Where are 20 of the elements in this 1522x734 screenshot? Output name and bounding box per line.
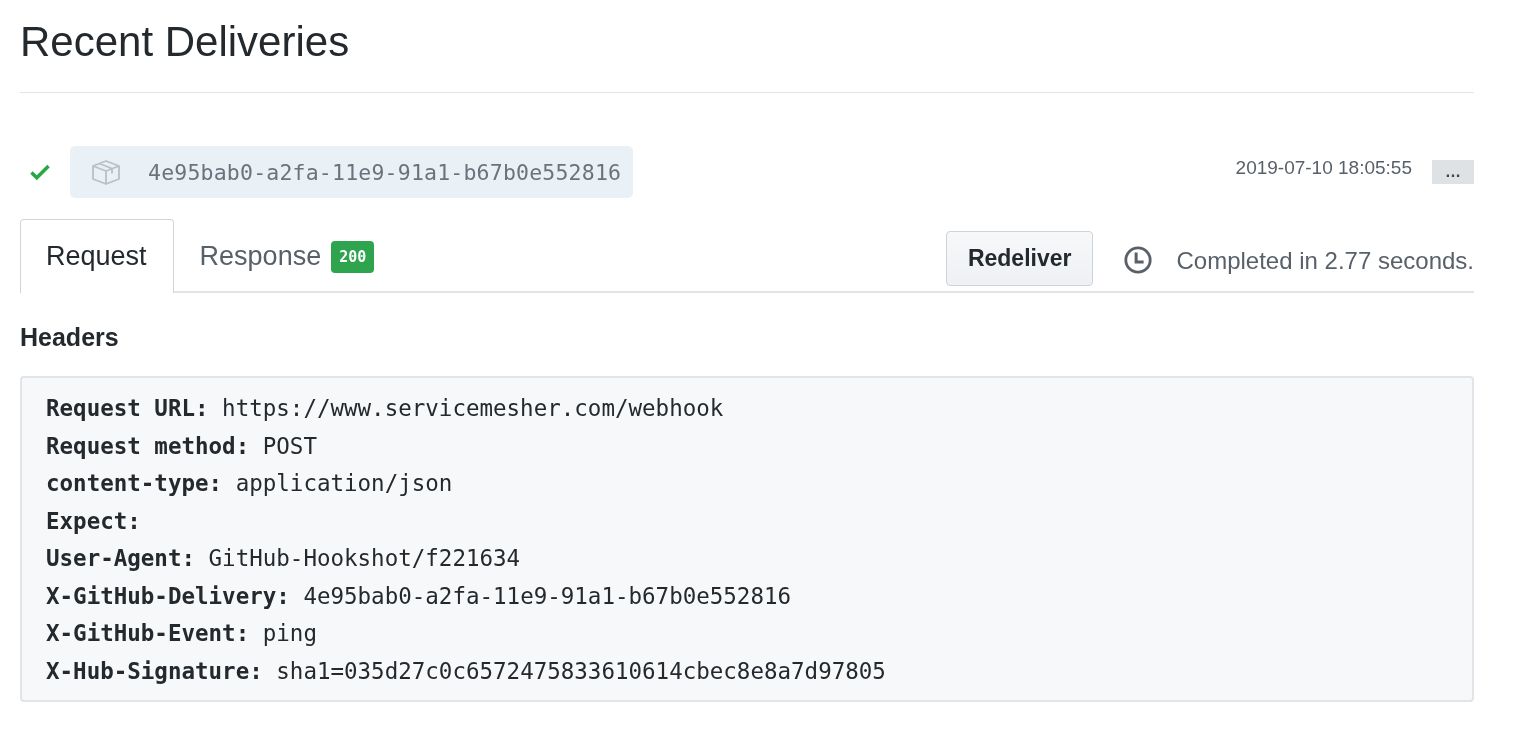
package-icon	[90, 158, 122, 186]
delivery-link[interactable]: 4e95bab0-a2fa-11e9-91a1-b67b0e552816	[70, 146, 634, 198]
header-line: Expect:	[46, 506, 142, 536]
page-title: Recent Deliveries	[20, 17, 351, 67]
tab[interactable]: Request	[20, 219, 174, 293]
header-line: Request method: POST	[46, 431, 318, 461]
redeliver-button[interactable]: Redeliver	[945, 230, 1094, 286]
more-button[interactable]: …	[1432, 160, 1474, 184]
delivery-time: 2019-07-10 18:05:55	[1235, 157, 1412, 179]
header-line: X-Hub-Signature: sha1=035d27c0c6572475833610614cbec8e8a7d97805	[46, 656, 887, 686]
duration-text: Completed in 2.77 seconds.	[1176, 247, 1474, 275]
clock-icon	[1123, 245, 1154, 275]
section-title: Headers	[20, 323, 120, 352]
header-line: User-Agent: GitHub-Hookshot/f221634	[46, 544, 522, 573]
header-line: Request URL: https://www.servicemesher.com/webhook	[46, 394, 725, 423]
tab[interactable]: Response 200	[173, 219, 402, 293]
header-line: X-GitHub-Event: ping	[46, 619, 318, 648]
status-code-badge: 200	[331, 240, 375, 273]
header-line: X-GitHub-Delivery: 4e95bab0-a2fa-11e9-91a1-b67b0e552816	[46, 581, 793, 611]
header-line: content-type: application/json	[46, 469, 454, 498]
